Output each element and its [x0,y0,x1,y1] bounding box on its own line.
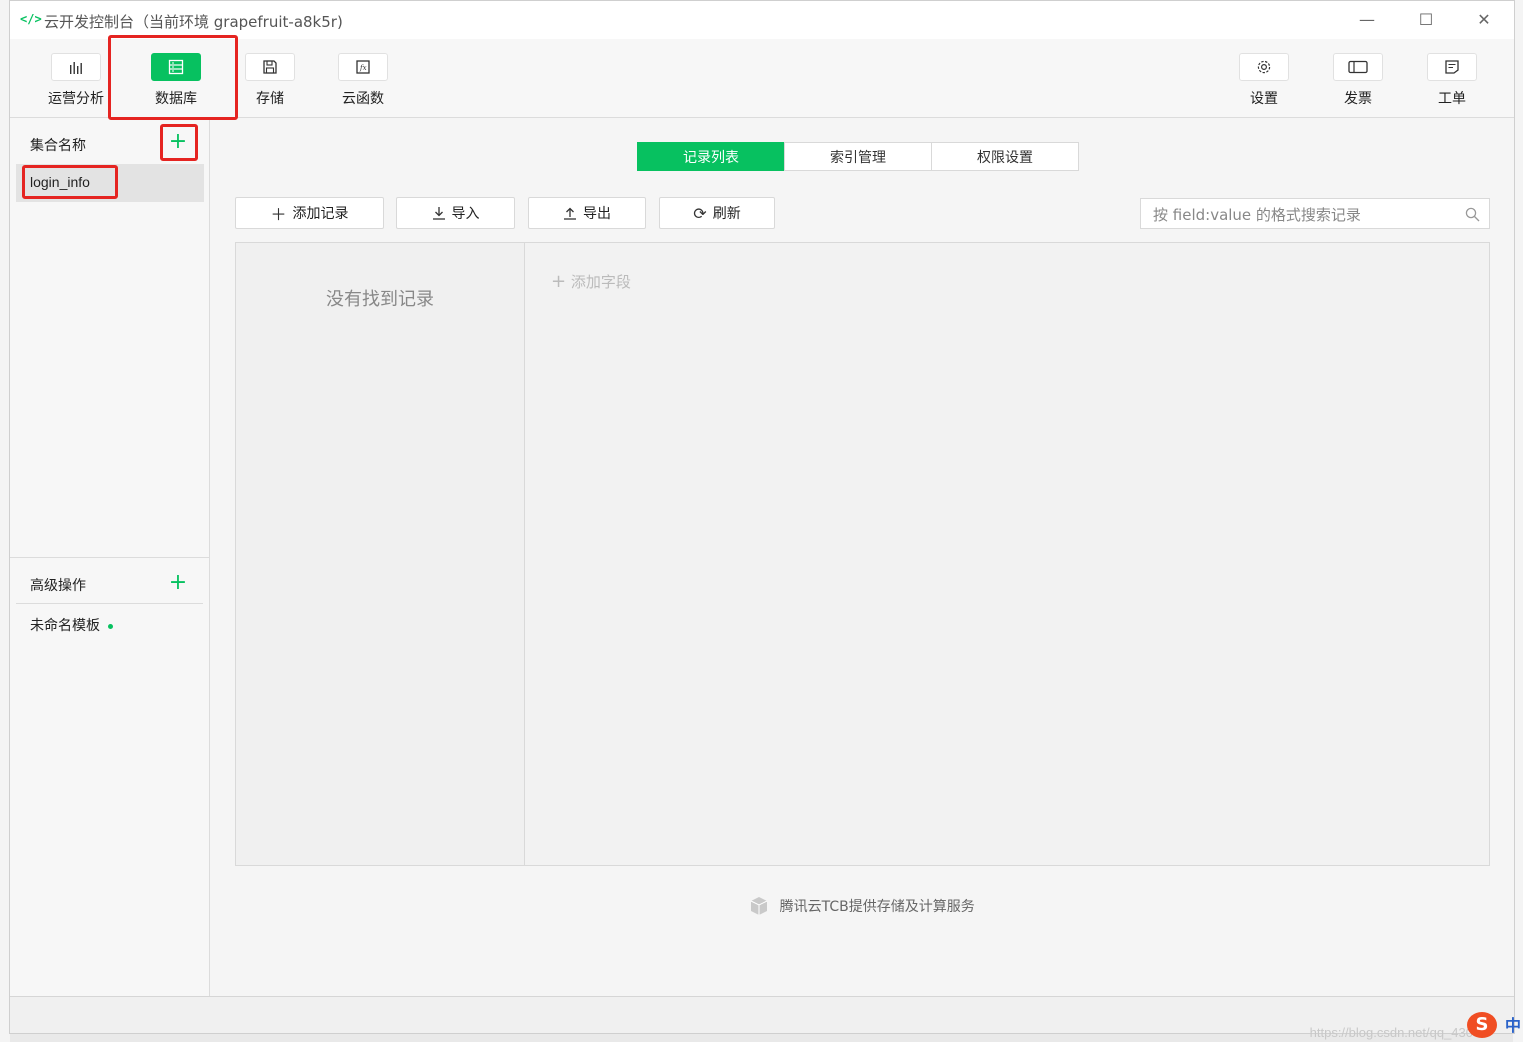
add-field-label: 添加字段 [570,273,631,291]
tool-label: 运营分析 [48,91,104,107]
tool-storage[interactable]: 存储 [235,53,305,108]
maximize-button[interactable]: ☐ [1406,7,1446,33]
record-list-panel: 没有找到记录 [235,242,525,866]
collection-sidebar: 集合名称 + login_info 高级操作 + 未命名模板 [10,118,210,996]
collection-name: login_info [30,174,90,190]
main-content: 记录列表 索引管理 权限设置 ＋ 添加记录 导入 导出 ⟳ 刷新 没有找到记录 [210,118,1514,996]
tool-label: 工单 [1438,91,1466,107]
tool-database[interactable]: 数据库 [141,53,211,108]
search-input[interactable] [1151,203,1455,227]
console-window: </> 云开发控制台（当前环境 grapefruit-a8k5r) — ☐ ✕ … [9,0,1515,1034]
advanced-header: 高级操作 [30,578,86,594]
tab-index[interactable]: 索引管理 [784,142,932,171]
svg-text:fx: fx [359,64,367,72]
collection-item-login-info[interactable]: login_info [16,164,204,202]
download-icon [432,207,445,220]
sogou-ime-icon[interactable]: S [1467,1012,1497,1038]
upload-icon [564,207,576,220]
sidebar-divider [16,603,203,604]
cube-icon [750,897,768,915]
template-item[interactable]: 未命名模板 [30,615,113,635]
tool-analytics[interactable]: 运营分析 [41,53,111,108]
add-field-button[interactable]: + 添加字段 [551,271,631,292]
import-button[interactable]: 导入 [396,197,515,229]
footer-text: 腾讯云TCB提供存储及计算服务 [779,899,975,915]
button-label: 导出 [583,206,611,222]
search-icon[interactable] [1465,207,1480,222]
code-icon: </> [20,12,42,26]
add-record-button[interactable]: ＋ 添加记录 [235,197,384,229]
ime-indicator[interactable]: 中 [1505,1012,1521,1036]
tab-bar: 记录列表 索引管理 权限设置 [637,142,1079,171]
tab-permissions[interactable]: 权限设置 [931,142,1079,171]
tool-label: 存储 [256,91,284,107]
collections-header: 集合名称 [30,138,86,154]
watermark: https://blog.csdn.net/qq_430 [1309,1025,1473,1040]
tab-records[interactable]: 记录列表 [637,142,785,171]
save-icon [245,53,295,81]
status-bar [10,996,1514,1033]
add-collection-button[interactable]: + [168,131,188,153]
tool-label: 云函数 [342,91,384,107]
gear-icon [1239,53,1289,81]
window-title: 云开发控制台（当前环境 grapefruit-a8k5r) [44,13,343,31]
button-label: 添加记录 [292,206,349,222]
bar-chart-icon [51,53,101,81]
footer: 腾讯云TCB提供存储及计算服务 [210,896,1514,916]
database-icon [151,53,201,81]
refresh-icon: ⟳ [693,203,707,223]
template-name: 未命名模板 [30,618,100,634]
invoice-icon [1333,53,1383,81]
add-template-button[interactable]: + [168,572,188,594]
status-dot [108,623,113,629]
title-bar: </> 云开发控制台（当前环境 grapefruit-a8k5r) — ☐ ✕ [10,1,1514,39]
tool-label: 发票 [1344,91,1372,107]
export-button[interactable]: 导出 [528,197,646,229]
tool-cloud-functions[interactable]: fx 云函数 [328,53,398,108]
tool-label: 数据库 [155,91,197,107]
plus-icon: + [551,271,567,292]
function-icon: fx [338,53,388,81]
record-detail-panel: + 添加字段 [525,242,1490,866]
minimize-button[interactable]: — [1347,7,1387,33]
empty-records-text: 没有找到记录 [326,289,434,310]
main-toolbar: 运营分析 数据库 存储 fx 云函数 设置 发票 工单 [10,39,1514,118]
ticket-icon [1427,53,1477,81]
close-button[interactable]: ✕ [1464,7,1504,33]
tool-invoice[interactable]: 发票 [1323,53,1393,108]
tool-label: 设置 [1250,91,1278,107]
tool-settings[interactable]: 设置 [1229,53,1299,108]
button-label: 刷新 [712,206,741,222]
tool-ticket[interactable]: 工单 [1417,53,1487,108]
plus-icon: ＋ [270,205,287,224]
refresh-button[interactable]: ⟳ 刷新 [659,197,775,229]
button-label: 导入 [451,206,480,222]
sidebar-divider [10,557,209,558]
search-box [1140,198,1490,229]
